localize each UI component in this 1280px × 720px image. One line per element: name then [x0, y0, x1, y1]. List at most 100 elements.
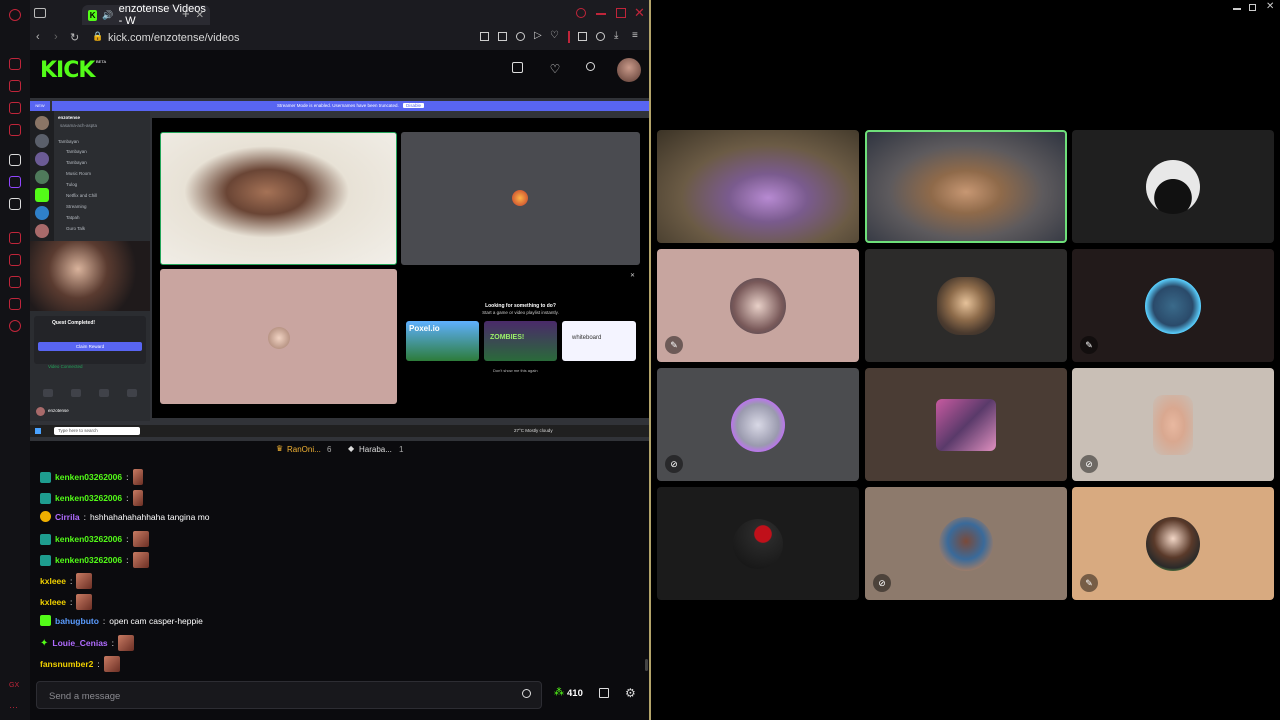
emoji-icon[interactable]	[522, 689, 531, 698]
twitch-icon[interactable]	[9, 176, 21, 188]
channel-item[interactable]: Streaming	[66, 204, 87, 209]
mail-icon[interactable]	[9, 102, 21, 114]
back-icon[interactable]: ‹	[36, 31, 40, 43]
new-tab-icon[interactable]: +	[182, 6, 190, 21]
participant-tile[interactable]: ✎	[1072, 487, 1274, 600]
kick-server-icon[interactable]	[35, 188, 49, 202]
channel-item[interactable]: Tambayan	[66, 149, 87, 154]
extensions-icon[interactable]	[578, 32, 587, 41]
channel-item[interactable]: Tambayan	[66, 160, 87, 165]
user-avatar[interactable]	[36, 407, 45, 416]
activity-button[interactable]	[99, 389, 109, 397]
x-icon[interactable]	[9, 198, 21, 210]
chat-username[interactable]: kxleee	[40, 576, 66, 586]
kick-logo[interactable]: KICK	[40, 58, 95, 83]
points-count[interactable]: 410	[567, 688, 583, 699]
video-tile-pink[interactable]	[160, 269, 397, 404]
player-icon[interactable]	[9, 232, 21, 244]
heart-icon[interactable]: ♡	[548, 62, 562, 76]
settings-icon[interactable]	[9, 320, 21, 332]
chat-scrollbar[interactable]	[645, 659, 648, 671]
history-icon[interactable]	[9, 58, 21, 70]
claim-reward-button[interactable]: Claim Reward	[38, 342, 142, 351]
shopping-icon[interactable]	[9, 80, 21, 92]
dont-show-checkbox[interactable]: Don't show me this again	[493, 368, 538, 373]
taskbar-search[interactable]: Type here to search	[54, 427, 140, 435]
shield-icon[interactable]	[516, 32, 525, 41]
tab-menu-icon[interactable]	[34, 8, 46, 18]
activity-card[interactable]: ZOMBIES!	[484, 321, 557, 361]
maximize-icon[interactable]	[1249, 4, 1256, 11]
chat-username[interactable]: Louie_Cenias	[52, 638, 107, 648]
participant-tile[interactable]: ⊘	[1072, 368, 1274, 481]
screen-share-button[interactable]	[71, 389, 81, 397]
profile-icon[interactable]	[596, 32, 605, 41]
heart-icon[interactable]: ♡	[550, 30, 559, 41]
forward-icon[interactable]: ›	[54, 31, 58, 43]
reload-icon[interactable]: ↻	[70, 31, 79, 44]
participant-tile[interactable]: ⊘	[657, 368, 859, 481]
chat-username[interactable]: Cirrila	[55, 512, 80, 522]
participant-tile[interactable]: ✎	[1072, 249, 1274, 362]
channel-item[interactable]: Tulog	[66, 182, 77, 187]
server-icon[interactable]	[35, 170, 49, 184]
gx-icon[interactable]: GX	[9, 682, 21, 694]
video-tile-avatar[interactable]	[401, 132, 640, 265]
channel-item[interactable]: Tatpah	[66, 215, 80, 220]
activity-card[interactable]: whiteboard	[562, 321, 636, 361]
chat-username[interactable]: bahugbuto	[55, 616, 99, 626]
participant-webcam-speaking[interactable]	[865, 130, 1067, 243]
server-icon[interactable]	[35, 206, 49, 220]
search-icon[interactable]	[586, 62, 595, 71]
more-icon[interactable]: ···	[9, 702, 21, 714]
chat-username[interactable]: kenken03262006	[55, 493, 122, 503]
store-icon[interactable]	[512, 62, 523, 73]
chat-username[interactable]: kenken03262006	[55, 534, 122, 544]
settings-gear-icon[interactable]: ⚙	[625, 686, 636, 700]
opera-logo-icon[interactable]	[9, 9, 21, 21]
server-name[interactable]: enzotense	[58, 115, 80, 120]
participant-tile[interactable]	[865, 249, 1067, 362]
flow-icon[interactable]	[9, 298, 21, 310]
channel-item[interactable]: Music Room	[66, 171, 91, 176]
stream-video[interactable]: NEW Streamer Mode is enabled. Usernames …	[30, 98, 649, 441]
activity-card[interactable]: Poxel.io	[406, 321, 479, 361]
participant-webcam[interactable]	[657, 130, 859, 243]
chat-username[interactable]: kxleee	[40, 597, 66, 607]
active-tab[interactable]: K 🔊 enzotense Videos - W ✕	[82, 3, 210, 27]
server-icon[interactable]	[35, 116, 49, 130]
minimize-icon[interactable]	[1233, 8, 1241, 10]
channel-item[interactable]: Guro Talk	[66, 226, 85, 231]
aria-icon[interactable]	[9, 154, 21, 166]
server-icon[interactable]	[35, 224, 49, 238]
bookmark-icon[interactable]	[480, 32, 489, 41]
close-icon[interactable]: ✕	[630, 272, 635, 279]
menu-icon[interactable]: ≡	[632, 30, 638, 41]
url-field[interactable]: kick.com/enzotense/videos	[108, 32, 239, 44]
store-icon[interactable]	[599, 688, 609, 698]
tab-close-icon[interactable]: ✕	[196, 10, 204, 21]
chat-username[interactable]: fansnumber2	[40, 659, 93, 669]
speaker-icon[interactable]: 🔊	[102, 10, 113, 21]
server-icon[interactable]	[35, 152, 49, 166]
video-tile-webcam[interactable]	[160, 132, 397, 265]
participant-tile[interactable]: ✎	[657, 249, 859, 362]
channel-item[interactable]: Netflix and Chill	[66, 193, 97, 198]
search-tabs-icon[interactable]	[576, 8, 586, 18]
minimize-icon[interactable]	[596, 13, 606, 15]
download-icon[interactable]	[9, 276, 21, 288]
soundboard-button[interactable]	[127, 389, 137, 397]
avatar[interactable]	[617, 58, 641, 82]
chat-username[interactable]: kenken03262006	[55, 555, 122, 565]
participant-tile[interactable]	[865, 368, 1067, 481]
snapshot-icon[interactable]	[498, 32, 507, 41]
participant-tile[interactable]	[1072, 130, 1274, 243]
messenger-icon[interactable]	[9, 124, 21, 136]
points-icon[interactable]: ⁂	[554, 687, 564, 698]
close-window-icon[interactable]: ✕	[634, 5, 645, 21]
windows-start-icon[interactable]	[35, 428, 41, 434]
category-label[interactable]: Tambayan	[58, 139, 79, 144]
participant-tile[interactable]	[657, 487, 859, 600]
play-icon[interactable]: ▷	[534, 30, 542, 41]
server-icon[interactable]	[35, 134, 49, 148]
